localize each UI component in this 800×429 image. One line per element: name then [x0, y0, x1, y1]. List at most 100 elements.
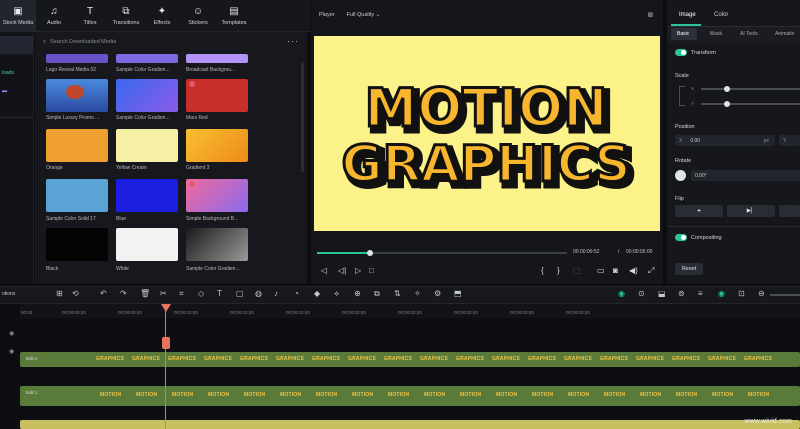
- media-thumbnail[interactable]: [116, 179, 178, 212]
- camera-icon[interactable]: ◙: [613, 266, 618, 275]
- volume-icon[interactable]: ◀): [629, 266, 638, 275]
- position-x-field[interactable]: X 0.00 px: [675, 135, 775, 146]
- grid-icon[interactable]: ⊞: [56, 289, 63, 298]
- keyframe-icon[interactable]: ◆: [314, 289, 320, 298]
- display-icon[interactable]: ▭: [597, 266, 605, 275]
- scale-x-slider[interactable]: [701, 88, 800, 90]
- subtab-ai-tools[interactable]: AI Tools: [740, 31, 758, 37]
- subtab-animation[interactable]: Animatio: [775, 31, 794, 37]
- media-thumbnail[interactable]: [116, 79, 178, 112]
- media-thumbnail[interactable]: [46, 129, 108, 162]
- subtab-mask[interactable]: Mask: [710, 31, 722, 37]
- magnet-icon[interactable]: ⟲: [72, 289, 79, 298]
- snapshot-icon[interactable]: ▧: [648, 12, 653, 18]
- prev-frame-icon[interactable]: ◁: [321, 266, 327, 275]
- quality-select[interactable]: Full Quality ⌄: [347, 12, 381, 18]
- fullscreen-icon[interactable]: ⤢: [648, 266, 654, 276]
- media-thumbnail[interactable]: [46, 79, 108, 112]
- media-thumbnail[interactable]: [186, 79, 248, 112]
- tab-audio[interactable]: ♫ Audio: [36, 0, 72, 32]
- export-frame-icon[interactable]: ⬒: [454, 289, 462, 298]
- video-preview[interactable]: MOTION MOTION GRAPHICS GRAPHICS: [314, 36, 660, 231]
- color-icon[interactable]: ◍: [255, 289, 262, 298]
- stop-icon[interactable]: □: [369, 266, 374, 275]
- eye-icon[interactable]: ◉: [9, 348, 14, 355]
- nav-item-folder[interactable]: ▬: [0, 82, 33, 100]
- compositing-toggle[interactable]: [675, 234, 687, 241]
- position-y-field[interactable]: Y: [779, 135, 800, 146]
- mark-in-icon[interactable]: {: [541, 266, 544, 275]
- audio-icon[interactable]: ♪: [274, 289, 278, 298]
- media-thumbnail[interactable]: [116, 129, 178, 162]
- media-thumbnail[interactable]: [186, 129, 248, 162]
- media-thumbnail[interactable]: [46, 179, 108, 212]
- tab-color[interactable]: Color: [714, 12, 728, 18]
- frame-icon[interactable]: ▢: [236, 289, 244, 298]
- scale-x-handle[interactable]: [724, 86, 730, 92]
- flip-vertical-button[interactable]: ⏶: [675, 205, 723, 217]
- tab-stock-media[interactable]: ▣ Stock Media: [0, 0, 36, 32]
- text-tool-icon[interactable]: T: [217, 289, 222, 298]
- scale-y-handle[interactable]: [724, 101, 730, 107]
- marker-tool-icon[interactable]: ⬓: [658, 289, 666, 298]
- motion-icon[interactable]: ⚙: [434, 289, 441, 298]
- tab-titles[interactable]: T Titles: [72, 0, 108, 32]
- play-icon[interactable]: ▷: [355, 266, 361, 275]
- stabilize-icon[interactable]: ⊕: [354, 289, 361, 298]
- more-options-icon[interactable]: ···: [287, 36, 299, 46]
- transition-icon[interactable]: ◇: [198, 289, 204, 298]
- zoom-out-icon[interactable]: ⊖: [758, 289, 765, 298]
- progress-handle[interactable]: [367, 250, 373, 256]
- tab-templates[interactable]: ▤ Templates: [216, 0, 252, 32]
- mark-out-icon[interactable]: }: [557, 266, 560, 275]
- eye-icon[interactable]: ◉: [9, 330, 14, 337]
- playback-progress-bar[interactable]: [317, 250, 567, 256]
- detach-icon[interactable]: ⇅: [394, 289, 401, 298]
- media-thumbnail[interactable]: [116, 54, 178, 63]
- playhead-marker[interactable]: [162, 337, 170, 349]
- media-thumbnail[interactable]: [186, 54, 248, 63]
- media-thumbnail[interactable]: [186, 228, 248, 261]
- redo-icon[interactable]: ↷: [120, 289, 127, 298]
- mic-icon[interactable]: ⊚: [678, 289, 685, 298]
- media-scrollbar[interactable]: [301, 62, 304, 172]
- nav-item-downloads[interactable]: loads: [0, 64, 33, 82]
- media-thumbnail[interactable]: [116, 228, 178, 261]
- layers-icon[interactable]: ⧉: [374, 289, 380, 299]
- ai-icon[interactable]: ✧: [414, 289, 421, 298]
- undo-icon[interactable]: ↶: [100, 289, 107, 298]
- voiceover-icon[interactable]: ≡: [698, 289, 703, 298]
- marker-icon[interactable]: ⬚: [573, 266, 581, 275]
- track-graphics[interactable]: Edit 2 GRAPHICS GRAPHICS GRAPHICS GRAPHICS G…: [20, 352, 800, 367]
- scale-y-slider[interactable]: [701, 103, 800, 105]
- track-background[interactable]: [20, 420, 800, 429]
- split-icon[interactable]: ✂: [160, 289, 167, 298]
- delete-icon[interactable]: 🗑: [140, 289, 150, 298]
- subtab-basic[interactable]: Basic: [677, 31, 689, 37]
- reset-button[interactable]: Reset: [675, 263, 703, 275]
- tab-image[interactable]: Image: [679, 12, 696, 18]
- tab-stickers[interactable]: ☺ Stickers: [180, 0, 216, 32]
- crop-icon[interactable]: ⌗: [179, 289, 184, 299]
- search-input[interactable]: ⌕ Search Downloaded Media: [43, 36, 263, 48]
- playhead[interactable]: [165, 304, 166, 429]
- preview-render-icon[interactable]: ◉: [718, 289, 725, 298]
- track-motion[interactable]: Edit 1 MOTION MOTION MOTION MOTION MOTION MOT…: [20, 386, 800, 406]
- step-back-icon[interactable]: ◁|: [338, 266, 346, 275]
- snap-icon[interactable]: ⊙: [638, 289, 645, 298]
- nav-item-blank[interactable]: [0, 100, 33, 118]
- media-thumbnail[interactable]: [46, 54, 108, 63]
- speed-icon[interactable]: ◔: [294, 289, 299, 298]
- flip-more-button[interactable]: [779, 205, 800, 217]
- rotate-dial[interactable]: [675, 170, 686, 181]
- tab-transitions[interactable]: ⧉ Transitions: [108, 0, 144, 32]
- tab-effects[interactable]: ✦ Effects: [144, 0, 180, 32]
- fit-icon[interactable]: ⊡: [738, 289, 745, 298]
- media-thumbnail[interactable]: [46, 228, 108, 261]
- nav-item-selected[interactable]: [0, 36, 33, 54]
- media-thumbnail[interactable]: [186, 179, 248, 212]
- flip-horizontal-button[interactable]: ▶▏: [727, 205, 775, 217]
- transform-toggle[interactable]: [675, 49, 687, 56]
- rotate-field[interactable]: 0.00°: [691, 170, 800, 181]
- zoom-slider[interactable]: [770, 294, 800, 296]
